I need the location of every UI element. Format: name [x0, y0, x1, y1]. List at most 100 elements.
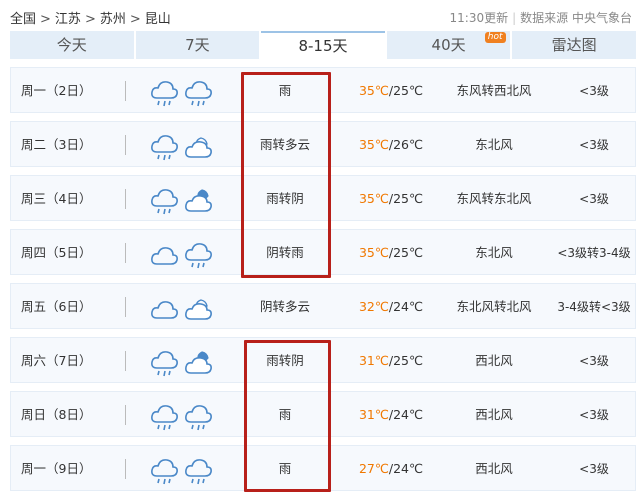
rain-cloud-icon: [185, 405, 212, 431]
weather-icons: [149, 284, 217, 330]
rain-cloud-icon: [151, 81, 178, 107]
wind-level: <3级转3-4级: [557, 246, 631, 260]
weather-icons: [149, 338, 217, 384]
temperature: 27℃/24℃: [351, 446, 431, 492]
weather-description: 雨: [278, 407, 292, 422]
breadcrumb-separator: >: [84, 12, 96, 27]
forecast-date: 周三（4日）: [21, 191, 92, 206]
weather-icons: [149, 230, 217, 276]
wind-level: <3级: [579, 84, 609, 98]
moon-overcast-icon: [185, 351, 212, 374]
weather-description: 雨: [278, 461, 292, 476]
wind-direction: 东北风: [475, 245, 513, 260]
moon-cloud-icon: [185, 137, 212, 158]
weather-icons: [149, 122, 217, 168]
low-temp: /25℃: [388, 353, 424, 368]
rain-cloud-icon: [151, 135, 178, 161]
rain-cloud-icon: [151, 405, 178, 431]
wind-level: <3级: [579, 138, 609, 152]
weather-description: 雨转阴: [266, 353, 304, 368]
forecast-row: 周二（3日） 雨转多云 35℃/26℃ 东北风 <3级: [10, 121, 636, 167]
breadcrumb: 全国 > 江苏 > 苏州 > 昆山: [10, 8, 171, 27]
temperature: 31℃/24℃: [351, 392, 431, 438]
weather-icons: [149, 176, 217, 222]
forecast-date: 周一（9日）: [21, 461, 92, 476]
hot-badge: hot: [484, 32, 506, 43]
low-temp: /25℃: [388, 245, 424, 260]
weather-description: 雨转多云: [259, 137, 310, 152]
tab-radar[interactable]: 雷达图: [512, 31, 636, 59]
moon-overcast-icon: [185, 189, 212, 212]
high-temp: 35℃: [358, 137, 389, 152]
moon-cloud-icon: [185, 299, 212, 320]
row-divider: [125, 81, 126, 101]
low-temp: /24℃: [388, 299, 424, 314]
rain-cloud-icon: [151, 459, 178, 485]
tab-40-days[interactable]: 40天 hot: [386, 31, 511, 59]
forecast-row: 周日（8日） 雨 31℃/24℃ 西北风 <3级: [10, 391, 636, 437]
wind-level: <3级: [579, 192, 609, 206]
forecast-row: 周三（4日） 雨转阴 35℃/25℃ 东风转东北风 <3级: [10, 175, 636, 221]
forecast-date: 周日（8日）: [21, 407, 92, 422]
wind-direction: 西北风: [475, 353, 513, 368]
wind-direction: 西北风: [475, 407, 513, 422]
high-temp: 31℃: [358, 407, 389, 422]
weather-description: 阴转多云: [259, 299, 310, 314]
low-temp: /24℃: [388, 407, 424, 422]
high-temp: 35℃: [358, 191, 389, 206]
forecast-row: 周五（6日） 阴转多云 32℃/24℃ 东北风转北风 3-4级转<3级: [10, 283, 636, 329]
wind-direction: 东风转西北风: [456, 83, 532, 98]
weather-icons: [149, 68, 217, 114]
wind-level: <3级: [579, 408, 609, 422]
weather-icons: [149, 446, 217, 492]
weather-description: 阴转雨: [266, 245, 304, 260]
forecast-date: 周二（3日）: [21, 137, 92, 152]
rain-cloud-icon: [185, 459, 212, 485]
weather-description: 雨: [278, 83, 292, 98]
wind-level: <3级: [579, 354, 609, 368]
forecast-row: 周四（5日） 阴转雨 35℃/25℃ 东北风 <3级转3-4级: [10, 229, 636, 275]
divider: |: [512, 11, 517, 25]
breadcrumb-separator: >: [129, 12, 141, 27]
wind-level: <3级: [579, 462, 609, 476]
forecast-row: 周一（9日） 雨 27℃/24℃ 西北风 <3级: [10, 445, 636, 491]
row-divider: [125, 297, 126, 317]
row-divider: [125, 135, 126, 155]
low-temp: /25℃: [388, 191, 424, 206]
tab-7-days[interactable]: 7天: [135, 31, 260, 59]
wind-level: 3-4级转<3级: [557, 300, 631, 314]
weather-icons: [149, 392, 217, 438]
data-source-info: 11:30更新 | 数据来源 中央气象台: [450, 9, 632, 26]
temperature: 35℃/25℃: [351, 176, 431, 222]
high-temp: 35℃: [358, 245, 389, 260]
low-temp: /26℃: [388, 137, 424, 152]
tab-8-15-days[interactable]: 8-15天: [261, 31, 385, 59]
update-time: 11:30更新: [449, 11, 509, 25]
temperature: 35℃/25℃: [351, 68, 431, 114]
breadcrumb-province[interactable]: 江苏: [55, 12, 81, 27]
forecast-date: 周一（2日）: [21, 83, 92, 98]
row-divider: [125, 351, 126, 371]
tab-today[interactable]: 今天: [10, 31, 134, 59]
row-divider: [125, 243, 126, 263]
breadcrumb-district: 昆山: [144, 12, 171, 27]
high-temp: 32℃: [358, 299, 389, 314]
temperature: 35℃/26℃: [351, 122, 431, 168]
forecast-row: 周六（7日） 雨转阴 31℃/25℃ 西北风 <3级: [10, 337, 636, 383]
low-temp: /24℃: [388, 461, 424, 476]
weather-description: 雨转阴: [266, 191, 304, 206]
breadcrumb-city[interactable]: 苏州: [100, 12, 126, 27]
high-temp: 35℃: [358, 83, 389, 98]
forecast-tabs: 今天 7天 8-15天 40天 hot 雷达图: [10, 31, 636, 59]
forecast-date: 周六（7日）: [21, 353, 92, 368]
wind-direction: 西北风: [475, 461, 513, 476]
breadcrumb-national[interactable]: 全国: [10, 12, 36, 27]
forecast-date: 周五（6日）: [21, 299, 92, 314]
temperature: 32℃/24℃: [351, 284, 431, 330]
wind-direction: 东北风转北风: [456, 299, 532, 314]
row-divider: [125, 189, 126, 209]
rain-cloud-icon: [185, 243, 212, 269]
forecast-date: 周四（5日）: [21, 245, 92, 260]
breadcrumb-separator: >: [40, 12, 51, 27]
forecast-list: 周一（2日）雨 35℃/25℃ 东风转西北风 <3级 周二（3日） 雨转多云 35℃/26℃…: [10, 67, 636, 499]
